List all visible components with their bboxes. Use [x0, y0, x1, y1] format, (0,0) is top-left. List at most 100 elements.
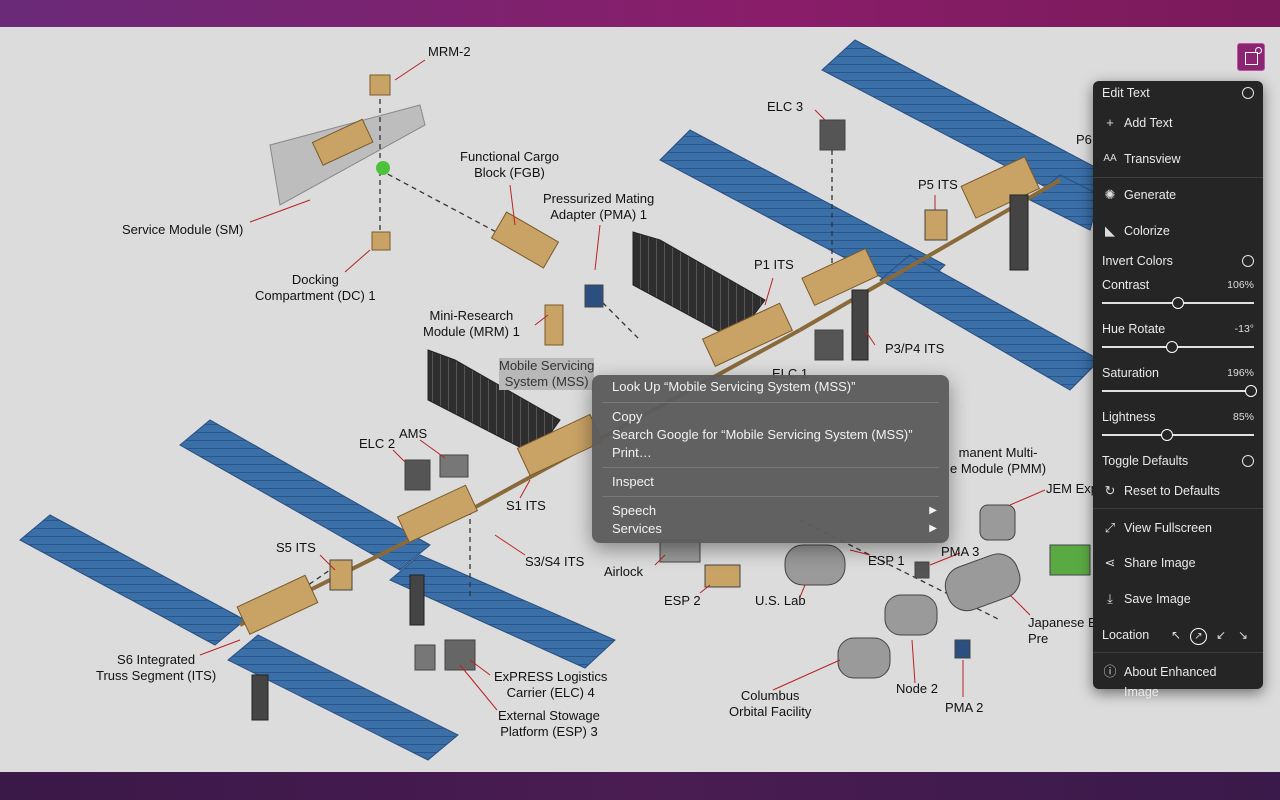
lightness-value: 85%	[1232, 411, 1254, 423]
divider	[1093, 177, 1263, 178]
slider-knob[interactable]	[1244, 385, 1257, 397]
menu-item-services[interactable]: Services ▶	[612, 520, 937, 538]
toggle-circle-icon[interactable]	[1242, 87, 1254, 99]
label-mrm1: Mini-Research Module (MRM) 1	[423, 308, 520, 339]
save-image-button[interactable]: ⤓ Save Image	[1102, 589, 1254, 609]
lightness-label: Lightness	[1102, 410, 1156, 424]
label-elc2: ELC 2	[359, 436, 396, 451]
slider-track	[1102, 434, 1254, 436]
share-icon: ⋖	[1104, 555, 1116, 570]
divider	[1093, 508, 1263, 509]
colorize-button[interactable]: ◣ Colorize	[1102, 221, 1254, 241]
slider-track	[1102, 346, 1254, 348]
enhanced-image-button[interactable]	[1237, 43, 1265, 71]
menu-item-speech[interactable]: Speech ▶	[612, 502, 937, 520]
label-fgb: Functional Cargo Block (FGB)	[460, 149, 559, 180]
reset-icon: ↻	[1104, 483, 1116, 498]
transview-label: Transview	[1124, 152, 1181, 166]
label-pma2: PMA 2	[945, 700, 984, 715]
label-esp1: ESP 1	[868, 553, 905, 568]
label-esp3: External Stowage Platform (ESP) 3	[498, 708, 600, 739]
hue-rotate-label: Hue Rotate	[1102, 322, 1166, 336]
menu-item-inspect[interactable]: Inspect	[612, 473, 937, 491]
slider-knob[interactable]	[1172, 297, 1184, 309]
enhance-panel: Edit Text + Add Text AA Transview ✺ Gene…	[1093, 81, 1263, 699]
label-s6: S6 Integrated Truss Segment (ITS)	[96, 652, 217, 683]
hue-rotate-slider[interactable]	[1102, 341, 1254, 353]
generate-button[interactable]: ✺ Generate	[1102, 185, 1254, 205]
location-row: Location ↖ ↗ ↙ ↘	[1102, 625, 1254, 645]
label-s3s4: S3/S4 ITS	[525, 554, 585, 569]
label-mrm2: MRM-2	[428, 44, 471, 59]
label-docking-compartment: Docking Compartment (DC) 1	[255, 272, 376, 303]
share-image-button[interactable]: ⋖ Share Image	[1102, 553, 1254, 573]
location-label: Location	[1102, 628, 1150, 642]
label-p6: P6	[1076, 132, 1092, 147]
colorize-label: Colorize	[1124, 224, 1170, 238]
view-fullscreen-label: View Fullscreen	[1124, 521, 1213, 535]
palette-icon: ◣	[1105, 223, 1115, 238]
invert-colors-label: Invert Colors	[1102, 254, 1173, 268]
menu-item-speech-label: Speech	[612, 503, 657, 518]
label-s5: S5 ITS	[276, 540, 316, 555]
menu-item-lookup[interactable]: Look Up “Mobile Servicing System (MSS)”	[612, 378, 937, 396]
link-dot-icon	[1255, 47, 1262, 54]
label-mss-selected[interactable]: Mobile Servicing System (MSS)	[499, 358, 595, 390]
about-label: About Enhanced Image	[1124, 665, 1217, 699]
toggle-circle-icon[interactable]	[1242, 255, 1254, 267]
label-japanese: Japanese E Pre	[1028, 615, 1097, 646]
label-elc3: ELC 3	[767, 99, 804, 114]
contrast-slider[interactable]	[1102, 297, 1254, 309]
reset-defaults-button[interactable]: ↻ Reset to Defaults	[1102, 481, 1254, 501]
invert-colors-toggle[interactable]: Invert Colors	[1102, 251, 1254, 271]
menu-separator	[602, 467, 939, 468]
menu-item-print[interactable]: Print…	[612, 444, 937, 462]
add-text-button[interactable]: + Add Text	[1102, 113, 1254, 133]
plus-icon: +	[1106, 115, 1114, 130]
arrow-top-right-icon[interactable]: ↗	[1190, 628, 1207, 645]
contrast-header: Contrast 106%	[1102, 275, 1254, 295]
add-text-label: Add Text	[1124, 116, 1173, 130]
share-image-label: Share Image	[1124, 556, 1196, 570]
submenu-arrow-icon: ▶	[929, 523, 937, 534]
arrow-bottom-right-icon[interactable]: ↘	[1232, 625, 1254, 645]
label-p5: P5 ITS	[918, 177, 958, 192]
label-pmm: manent Multi- e Module (PMM)	[950, 445, 1047, 476]
about-button[interactable]: ⓘ About Enhanced Image	[1102, 662, 1254, 699]
arrow-top-left-icon[interactable]: ↖	[1165, 625, 1187, 645]
toggle-circle-icon[interactable]	[1242, 455, 1254, 467]
slider-knob[interactable]	[1161, 429, 1174, 441]
label-p3p4: P3/P4 ITS	[885, 341, 945, 356]
contrast-label: Contrast	[1102, 278, 1150, 292]
menu-item-search-google[interactable]: Search Google for “Mobile Servicing Syst…	[612, 426, 937, 444]
info-icon: ⓘ	[1103, 664, 1117, 679]
saturation-value: 196%	[1227, 367, 1254, 379]
toggle-defaults-label: Toggle Defaults	[1102, 454, 1189, 468]
menu-separator	[602, 496, 939, 497]
menu-item-copy[interactable]: Copy	[612, 408, 937, 426]
lightness-header: Lightness 85%	[1102, 407, 1254, 427]
transview-button[interactable]: AA Transview	[1102, 149, 1254, 169]
sparkle-icon: ✺	[1104, 187, 1116, 202]
arrow-bottom-left-icon[interactable]: ↙	[1210, 625, 1232, 645]
label-service-module: Service Module (SM)	[122, 222, 244, 237]
label-us-lab: U.S. Lab	[755, 593, 806, 608]
image-icon	[1245, 52, 1258, 65]
slider-knob[interactable]	[1165, 341, 1178, 353]
edit-text-toggle[interactable]: Edit Text	[1102, 83, 1254, 103]
label-esp2: ESP 2	[664, 593, 701, 608]
edit-text-label: Edit Text	[1102, 86, 1150, 100]
translate-icon: AA	[1103, 153, 1117, 164]
menu-item-services-label: Services	[612, 521, 662, 536]
hue-rotate-header: Hue Rotate -13°	[1102, 319, 1254, 339]
view-fullscreen-button[interactable]: ⤢ View Fullscreen	[1102, 518, 1254, 538]
lightness-slider[interactable]	[1102, 429, 1254, 441]
label-s1: S1 ITS	[506, 498, 546, 513]
label-elc4: ExPRESS Logistics Carrier (ELC) 4	[494, 669, 608, 700]
label-pma3: PMA 3	[941, 544, 980, 559]
toggle-defaults[interactable]: Toggle Defaults	[1102, 451, 1254, 471]
generate-label: Generate	[1124, 188, 1177, 202]
save-image-label: Save Image	[1124, 592, 1191, 606]
saturation-slider[interactable]	[1102, 385, 1257, 397]
label-ams: AMS	[399, 426, 428, 441]
